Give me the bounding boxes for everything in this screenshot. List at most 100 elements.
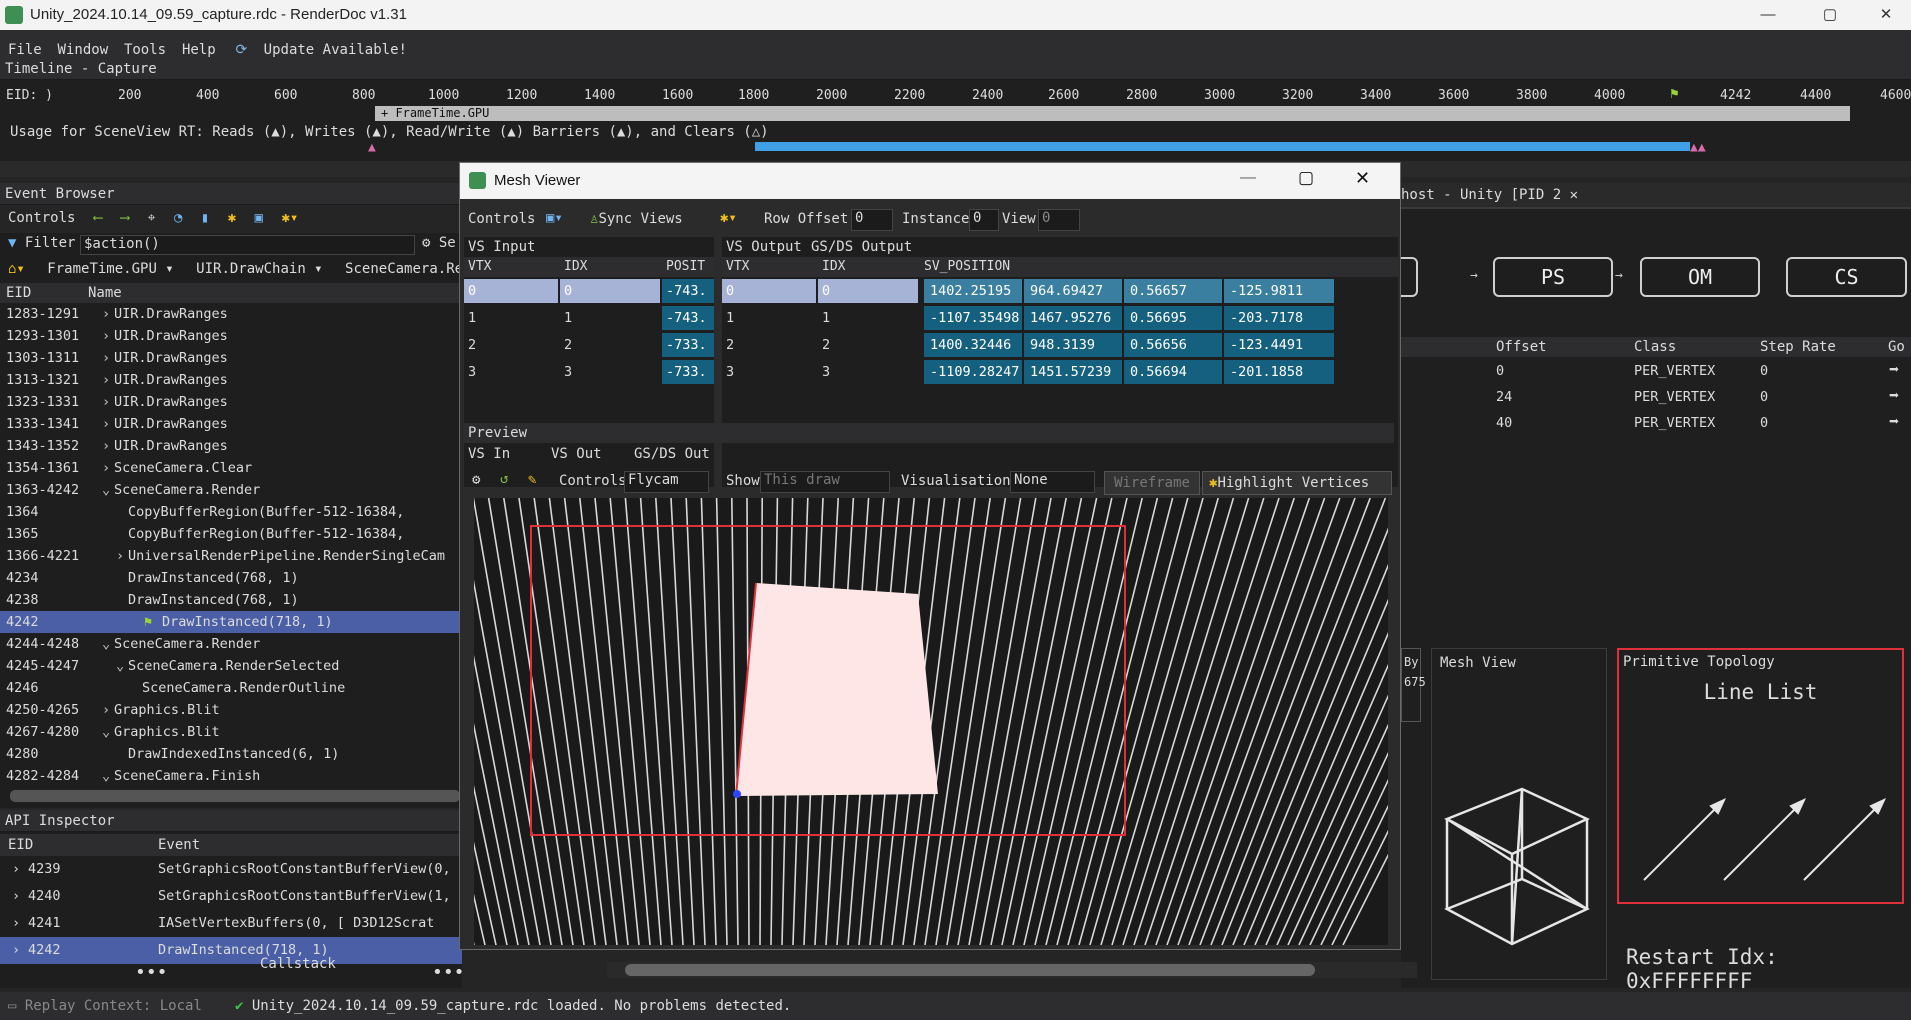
sync-views-toggle[interactable]: ♙Sync Views [590, 211, 683, 227]
save-icon[interactable]: ▣▾ [546, 210, 563, 226]
col-idx[interactable]: IDX [822, 259, 845, 274]
expand-chevron-icon[interactable]: › [102, 303, 110, 325]
vs-input-row[interactable]: 2 2 -733. [464, 331, 714, 358]
expand-chevron-icon[interactable]: › [102, 457, 110, 479]
menu-window[interactable]: Window [54, 36, 113, 58]
event-row[interactable]: 4282-4284 ⌄ SceneCamera.Finish [0, 765, 462, 787]
event-browser-scrollbar[interactable] [10, 790, 460, 802]
menu-file[interactable]: File [4, 36, 46, 58]
menu-tools[interactable]: Tools [120, 36, 170, 58]
go-arrow-icon[interactable]: ➡ [1889, 360, 1899, 380]
expand-chevron-icon[interactable]: › [116, 545, 124, 567]
visualisation-select[interactable]: None [1010, 471, 1095, 493]
stage-om[interactable]: OM [1640, 257, 1760, 297]
event-row[interactable]: 1313-1321 › UIR.DrawRanges [0, 369, 462, 391]
show-select[interactable]: This draw [760, 471, 890, 493]
col-event[interactable]: Event [158, 837, 200, 853]
highlight-vertices-toggle[interactable]: ✱Highlight Vertices [1202, 471, 1392, 495]
go-arrow-icon[interactable]: ➡ [1889, 386, 1899, 406]
event-row[interactable]: 4234 DrawInstanced(768, 1) [0, 567, 462, 589]
tab-gs-ds-out[interactable]: GS/DS Out [634, 446, 710, 462]
view-stepper[interactable]: 0 [1038, 209, 1080, 231]
event-row[interactable]: 4250-4265 › Graphics.Blit [0, 699, 462, 721]
event-row[interactable]: 1333-1341 › UIR.DrawRanges [0, 413, 462, 435]
event-row[interactable]: 1303-1311 › UIR.DrawRanges [0, 347, 462, 369]
back-arrow-icon[interactable]: ⟵ [94, 210, 102, 226]
event-row[interactable]: 4238 DrawInstanced(768, 1) [0, 589, 462, 611]
vs-output-row[interactable]: 2 2 1400.32446 948.3139 0.56656 -123.4491 [722, 331, 1398, 358]
col-eid[interactable]: EID [8, 837, 33, 853]
col-sv-position[interactable]: SV_POSITION [924, 259, 1010, 274]
expand-chevron-icon[interactable]: ⌄ [102, 721, 110, 743]
tab-gs-ds-output[interactable]: GS/DS Output [811, 239, 912, 255]
vertex-attr-row[interactable]: 24 PER_VERTEX 0 ➡ [1401, 386, 1911, 410]
event-row[interactable]: 4242 ⚑ DrawInstanced(718, 1) [0, 611, 462, 633]
minimize-button[interactable]: — [1745, 0, 1791, 30]
vertex-attr-row[interactable]: 40 PER_VERTEX 0 ➡ [1401, 412, 1911, 436]
expand-chevron-icon[interactable]: ⌄ [102, 479, 110, 501]
vs-input-row[interactable]: 3 3 -733. [464, 358, 714, 385]
api-row[interactable]: › 4240 SetGraphicsRootConstantBufferView(1… [0, 883, 462, 910]
replay-context[interactable]: ▭ Replay Context: Local [8, 998, 202, 1014]
more-icon[interactable]: ••• [432, 962, 465, 983]
save-icon[interactable]: ▣ [255, 210, 263, 226]
home-icon[interactable]: ⌂▾ [8, 261, 25, 277]
api-row[interactable]: › 4239 SetGraphicsRootConstantBufferView(0… [0, 856, 462, 883]
breadcrumb-item[interactable]: FrameTime.GPU [47, 261, 157, 277]
maximize-button[interactable]: ▢ [1807, 0, 1853, 30]
camera-select[interactable]: Flycam [624, 471, 709, 493]
vs-output-row[interactable]: 0 0 1402.25195 964.69427 0.56657 -125.9811 [722, 277, 1398, 304]
vertex-attr-row[interactable]: 0 PER_VERTEX 0 ➡ [1401, 360, 1911, 384]
pipeline-tab[interactable]: host - Unity [PID 2 ✕ [1401, 183, 1911, 209]
col-vtx[interactable]: VTX [468, 259, 491, 274]
row-offset-stepper[interactable]: 0 [851, 209, 893, 231]
event-row[interactable]: 1366-4221 › UniversalRenderPipeline.Render… [0, 545, 462, 567]
more-icon[interactable]: ••• [135, 962, 168, 983]
bar-chart-icon[interactable]: ▮ [201, 210, 209, 226]
vs-output-row[interactable]: 1 1 -1107.35498 1467.95276 0.56695 -203.7178 [722, 304, 1398, 331]
vs-output-row[interactable]: 3 3 -1109.28247 1451.57239 0.56694 -201.1858 [722, 358, 1398, 385]
event-row[interactable]: 1293-1301 › UIR.DrawRanges [0, 325, 462, 347]
event-row[interactable]: 1364 CopyBufferRegion(Buffer-512-16384, [0, 501, 462, 523]
event-row[interactable]: 4246 SceneCamera.RenderOutline [0, 677, 462, 699]
col-eid[interactable]: EID [6, 285, 31, 301]
pick-icon[interactable]: ✎ [528, 472, 536, 488]
event-row[interactable]: 4267-4280 ⌄ Graphics.Blit [0, 721, 462, 743]
wireframe-toggle[interactable]: Wireframe [1104, 471, 1200, 495]
expand-chevron-icon[interactable]: › [102, 413, 110, 435]
event-row[interactable]: 1354-1361 › SceneCamera.Clear [0, 457, 462, 479]
extensions-icon[interactable]: ✱▾ [720, 210, 737, 226]
close-button[interactable]: ✕ [1355, 168, 1370, 189]
api-row[interactable]: › 4242 DrawInstanced(718, 1) [0, 937, 462, 964]
event-row[interactable]: 1363-4242 ⌄ SceneCamera.Render [0, 479, 462, 501]
go-arrow-icon[interactable]: ➡ [1889, 412, 1899, 432]
extensions-dropdown-icon[interactable]: ✱▾ [281, 210, 298, 226]
col-step-rate[interactable]: Step Rate [1760, 339, 1836, 355]
update-available-button[interactable]: ⟳ Update Available! [227, 30, 414, 58]
col-name[interactable]: Name [88, 285, 122, 301]
col-class[interactable]: Class [1634, 339, 1676, 355]
event-row[interactable]: 1365 CopyBufferRegion(Buffer-512-16384, [0, 523, 462, 545]
bottom-scroll-track[interactable] [607, 962, 1417, 978]
expand-chevron-icon[interactable]: › [12, 856, 20, 883]
tab-vs-out[interactable]: VS Out [551, 446, 602, 462]
expand-chevron-icon[interactable]: › [102, 347, 110, 369]
event-row[interactable]: 1323-1331 › UIR.DrawRanges [0, 391, 462, 413]
expand-chevron-icon[interactable]: › [102, 699, 110, 721]
stage-ps[interactable]: PS [1493, 257, 1613, 297]
col-vtx[interactable]: VTX [726, 259, 749, 274]
frame-time-marker[interactable]: + FrameTime.GPU [375, 106, 1850, 121]
reset-camera-icon[interactable]: ↺ [500, 471, 508, 487]
col-position[interactable]: POSIT [666, 259, 705, 274]
expand-chevron-icon[interactable]: › [12, 883, 20, 910]
event-row[interactable]: 4244-4248 ⌄ SceneCamera.Render [0, 633, 462, 655]
gear-icon[interactable]: ⚙ [472, 472, 480, 488]
breadcrumb-item[interactable]: SceneCamera.Rend [345, 261, 462, 277]
expand-chevron-icon[interactable]: › [12, 910, 20, 937]
tab-vs-in[interactable]: VS In [468, 446, 510, 462]
event-row[interactable]: 1343-1352 › UIR.DrawRanges [0, 435, 462, 457]
clock-icon[interactable]: ◔ [174, 210, 182, 226]
binoculars-icon[interactable]: ⌖ [148, 210, 156, 226]
stage-cs[interactable]: CS [1786, 257, 1907, 297]
filter-settings-button[interactable]: ⚙ Se [422, 235, 456, 251]
